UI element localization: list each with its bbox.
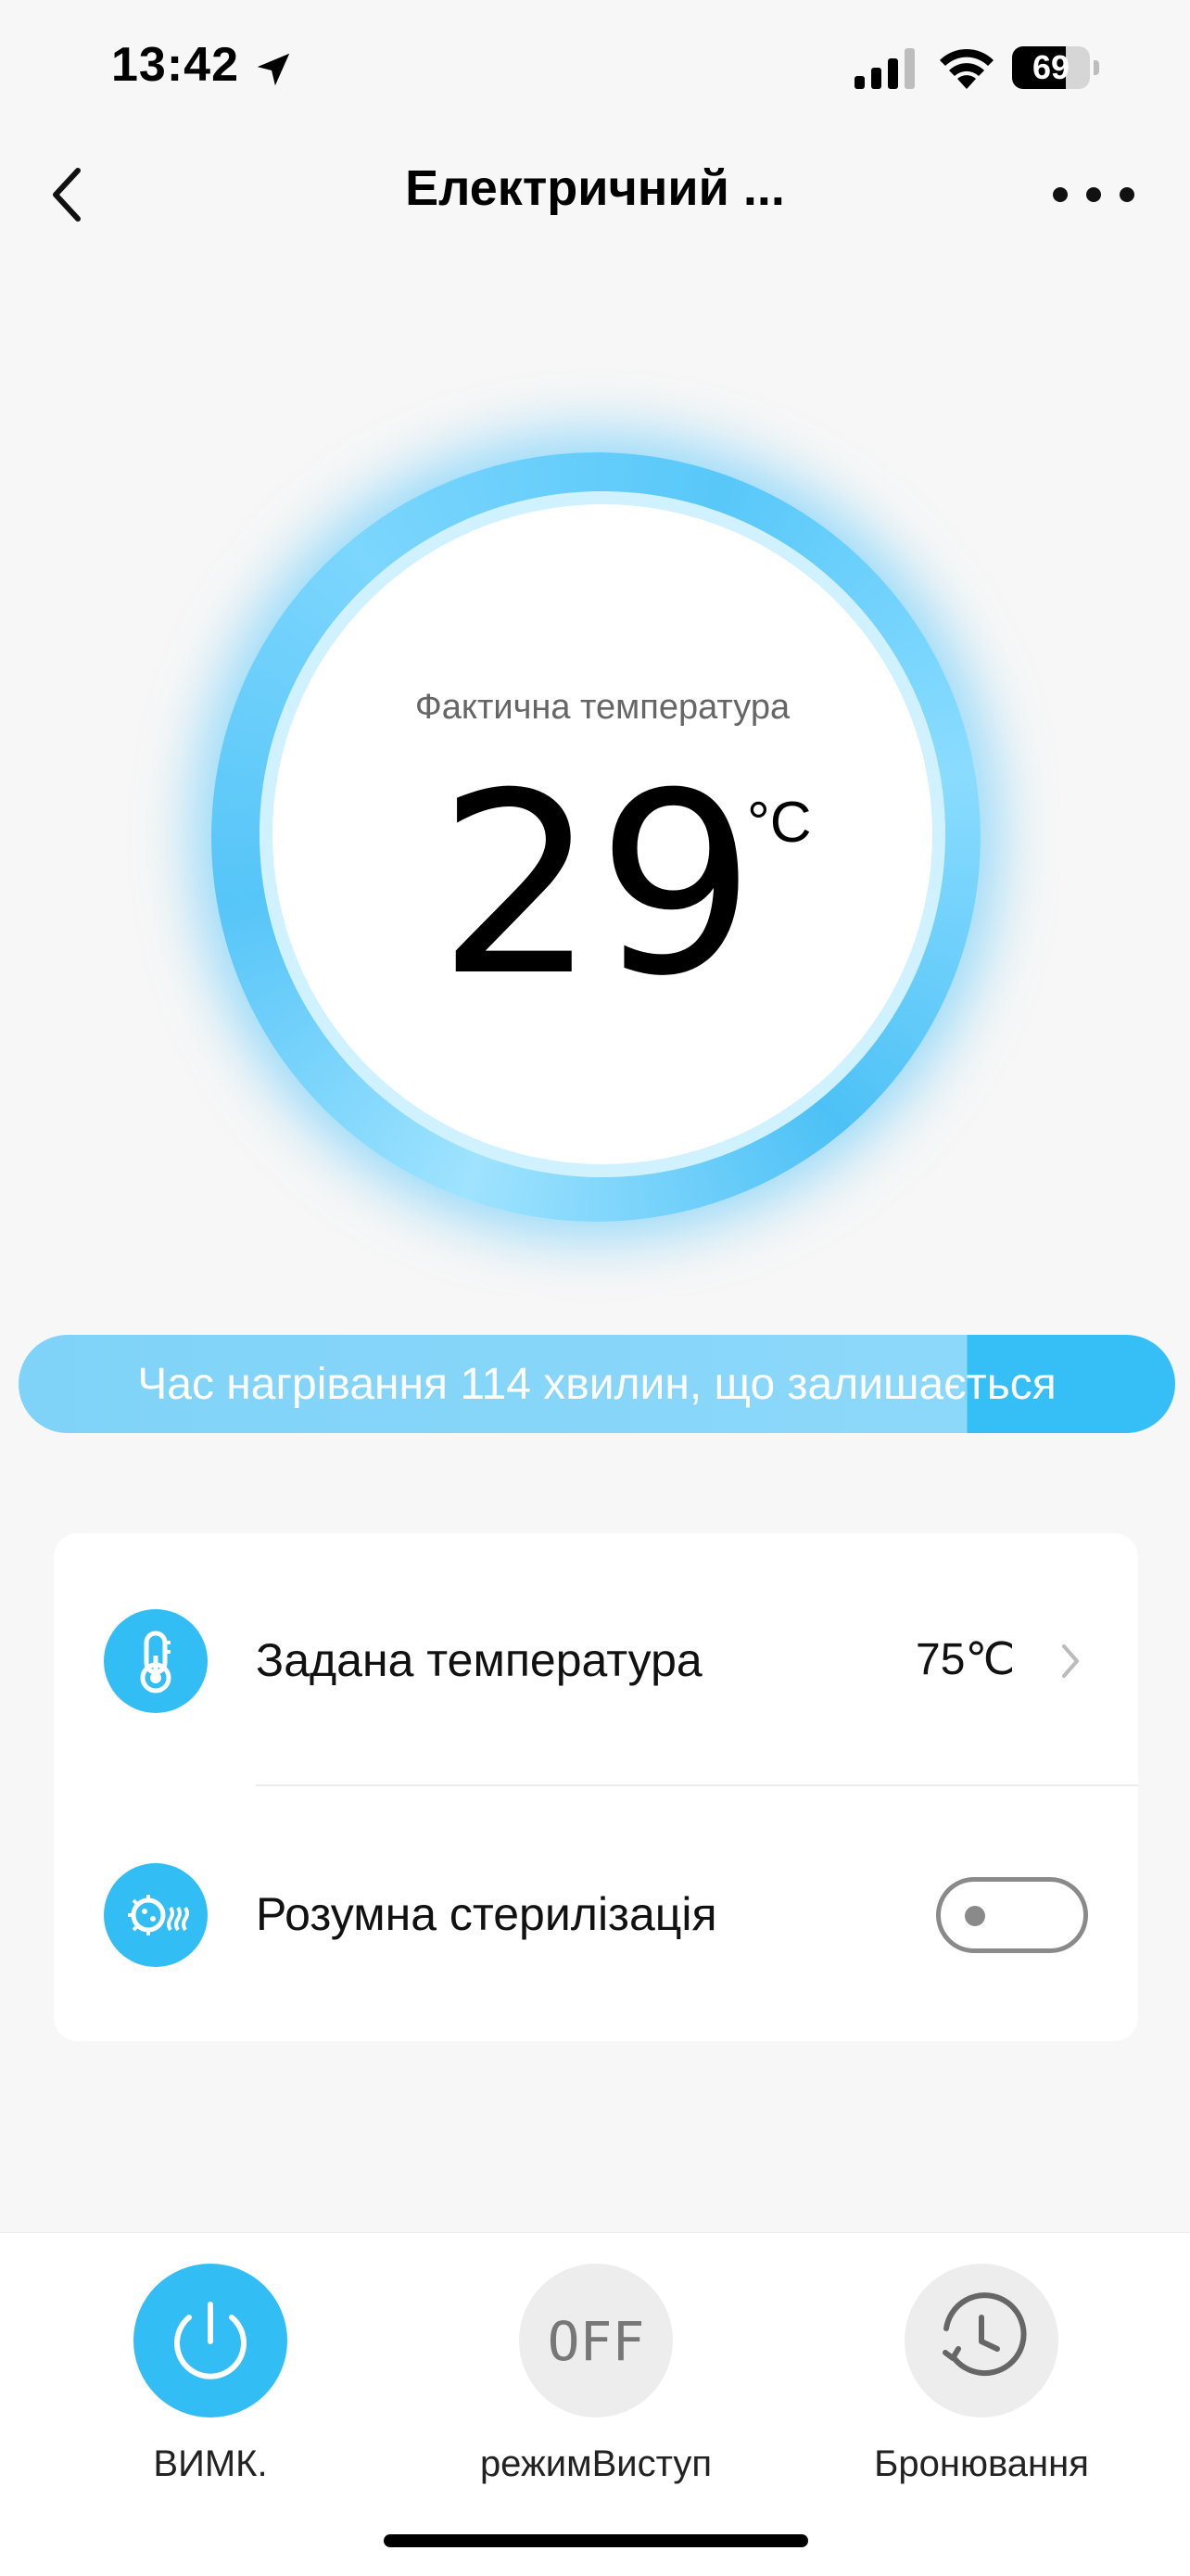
booking-button-label: Бронювання: [874, 2443, 1089, 2484]
smart-sterilization-label: Розумна стерилізація: [256, 1888, 717, 1940]
actual-temperature-value: 29: [437, 739, 756, 1031]
toggle-knob: [965, 1906, 985, 1926]
actual-temperature-label: Фактична температура: [414, 688, 791, 727]
thermometer-icon: [104, 1609, 208, 1713]
wifi-icon: [940, 48, 994, 89]
power-icon: [174, 2302, 247, 2379]
power-button-label: ВИМК.: [153, 2443, 268, 2484]
heating-time-text: Час нагрівання 114 хвилин, що залишаєтьс…: [137, 1360, 1057, 1409]
set-temperature-value: 75℃: [916, 1635, 1016, 1684]
home-indicator[interactable]: [384, 2534, 808, 2547]
battery-percent: 69: [1032, 48, 1070, 86]
chevron-right-icon: [1062, 1644, 1079, 1678]
row-divider: [256, 1784, 1138, 1786]
temperature-unit: °C: [747, 791, 812, 855]
booking-button[interactable]: [905, 2264, 1058, 2417]
clock-icon: [943, 2292, 1027, 2377]
mode-button-label: режимВиступ: [479, 2443, 713, 2484]
cellular-signal-icon: [855, 48, 915, 89]
battery-indicator: 69: [1012, 46, 1101, 89]
power-button[interactable]: [133, 2264, 287, 2417]
set-temperature-label: Задана температура: [256, 1634, 703, 1686]
sterilization-icon: [104, 1863, 208, 1967]
mode-off-icon: OFF: [547, 2310, 645, 2373]
heating-time-banner: Час нагрівання 114 хвилин, що залишаєтьс…: [19, 1335, 1175, 1433]
smart-sterilization-toggle[interactable]: [936, 1877, 1088, 1953]
status-time: 13:42: [111, 38, 239, 92]
more-options-button[interactable]: [1047, 167, 1140, 222]
mode-button[interactable]: OFF: [519, 2264, 673, 2417]
page-title: Електричний ...: [405, 160, 785, 216]
back-button[interactable]: [37, 158, 102, 232]
location-arrow-icon: [257, 53, 290, 86]
